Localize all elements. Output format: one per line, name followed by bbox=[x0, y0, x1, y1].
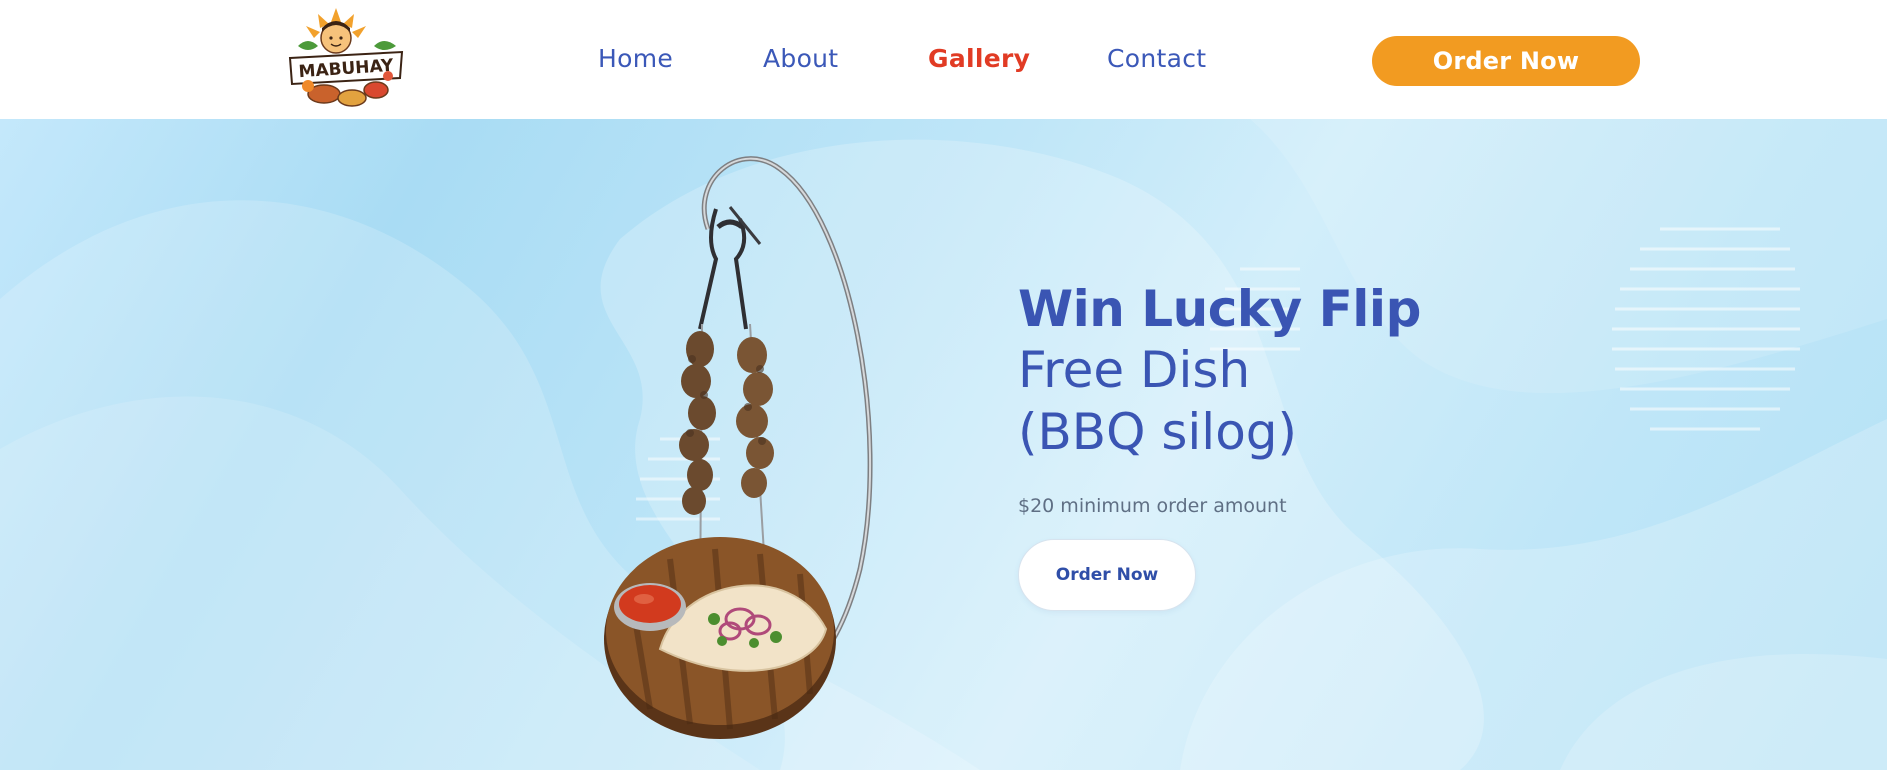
hero-background-waves bbox=[0, 119, 1887, 770]
site-header: MABUHAY Home About Gallery Contact Order… bbox=[0, 0, 1887, 119]
hero-section: Win Lucky Flip Free Dish (BBQ silog) $20… bbox=[0, 119, 1887, 770]
hero-subtitle-line2: (BBQ silog) bbox=[1018, 403, 1298, 461]
hero-minimum-order-note: $20 minimum order amount bbox=[1018, 495, 1287, 517]
nav-home[interactable]: Home bbox=[598, 44, 673, 73]
nav-contact[interactable]: Contact bbox=[1107, 44, 1206, 73]
hero-subtitle-line1: Free Dish bbox=[1018, 341, 1251, 399]
mabuhay-logo[interactable]: MABUHAY bbox=[284, 6, 410, 110]
nav-gallery[interactable]: Gallery bbox=[928, 44, 1030, 73]
hero-text-block: Win Lucky Flip Free Dish (BBQ silog) $20… bbox=[1018, 279, 1578, 611]
skewer-dish-illustration bbox=[604, 156, 873, 739]
nav-about[interactable]: About bbox=[763, 44, 838, 73]
mabuhay-logo-icon: MABUHAY bbox=[288, 8, 404, 107]
header-order-now-button[interactable]: Order Now bbox=[1372, 36, 1640, 86]
hero-title: Win Lucky Flip bbox=[1018, 280, 1421, 338]
hero-order-now-button[interactable]: Order Now bbox=[1018, 539, 1196, 611]
skewer-dish-image bbox=[590, 149, 910, 749]
